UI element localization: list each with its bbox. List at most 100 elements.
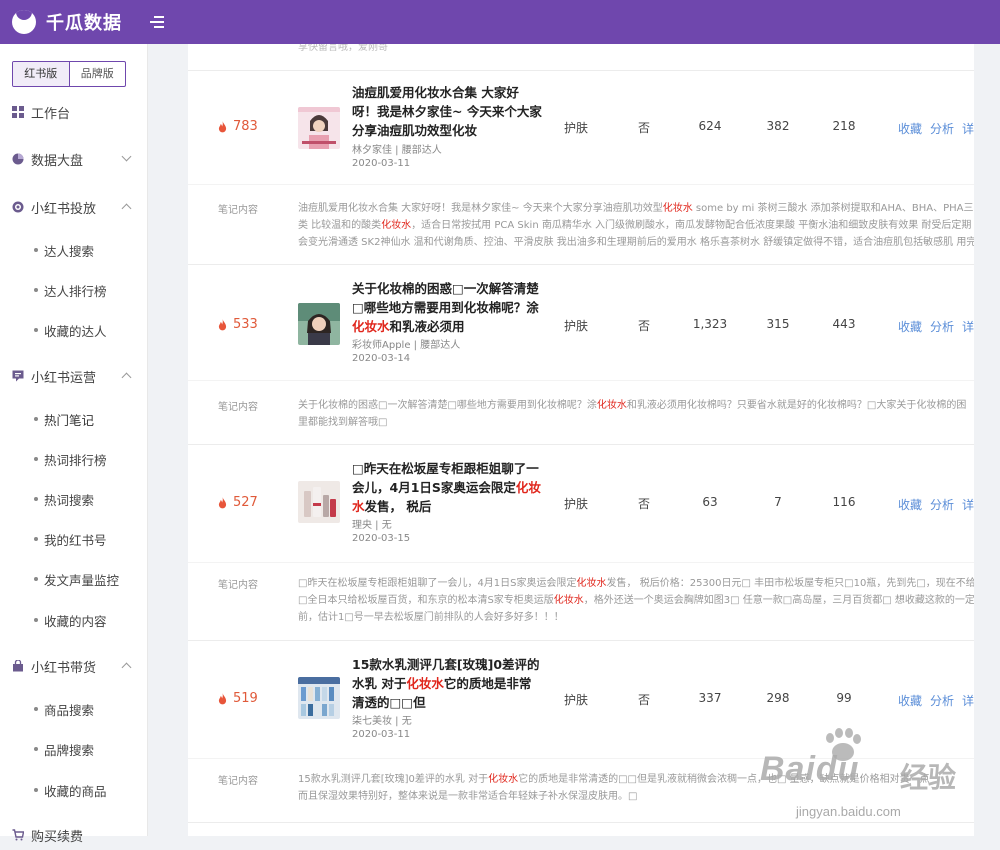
analyze-button[interactable]: 分析: [930, 318, 954, 335]
sidebar-item-hot-notes[interactable]: 热门笔记: [34, 408, 94, 430]
analyze-button[interactable]: 分析: [930, 120, 954, 137]
app-logo[interactable]: 千瓜数据: [12, 9, 122, 35]
sidebar-item-label: 我的红书号: [44, 532, 107, 548]
detail-button[interactable]: 详: [962, 692, 974, 709]
sidebar-item-hot-words-search[interactable]: 热词搜索: [34, 488, 94, 510]
sidebar-item-data-overview[interactable]: 数据大盘: [0, 144, 148, 174]
grid-icon: [12, 106, 24, 118]
favorite-button[interactable]: 收藏: [898, 496, 922, 513]
note-content-line: 会变光滑通透 SK2神仙水 温和代谢角质、控油、平滑皮肤 我出油多和生理期前后的…: [298, 237, 974, 248]
note-date: 2020-03-15: [352, 533, 411, 544]
note-comments: 382: [766, 119, 790, 133]
version-switch: 红书版 品牌版: [12, 61, 126, 87]
sidebar-item-label: 发文声量监控: [44, 572, 120, 588]
sidebar-item-renewal[interactable]: 购买续费: [0, 820, 148, 850]
favorite-button[interactable]: 收藏: [898, 318, 922, 335]
note-collects: 99: [836, 691, 852, 705]
sidebar-item-my-account[interactable]: 我的红书号: [34, 528, 107, 550]
note-comments: 7: [774, 495, 782, 509]
note-content-line: 油痘肌爱用化妆水合集 大家好呀！我是林夕家佳~ 今天来个大家分享油痘肌功效型化妆…: [298, 203, 974, 214]
note-title[interactable]: 关于化妆棉的困惑□一次解答清楚□哪些地方需要用到化妆棉呢？涂化妆水和乳液必须用: [352, 279, 542, 336]
table-row[interactable]: 533 关于化妆棉的困惑□一次解答清楚□哪些地方需要用到化妆棉呢？涂化妆水和乳液…: [188, 264, 974, 380]
note-author[interactable]: 柒七美妆 | 无: [352, 712, 412, 727]
sidebar-group-label: 工作台: [31, 106, 71, 122]
note-content-label: 笔记内容: [218, 580, 258, 591]
sidebar-group-label: 小红书投放: [31, 201, 97, 217]
note-category: 护肤: [563, 319, 588, 333]
sidebar-item-xhs-ops[interactable]: 小红书运营: [0, 361, 148, 391]
note-collects: 443: [832, 317, 856, 331]
detail-button[interactable]: 详: [962, 318, 974, 335]
note-content-line: □全日本只给松坂屋百货，和东京的松本清S家专柜奥运版化妆水，格外还送一个奥运会胸…: [298, 595, 974, 606]
sidebar-item-fav-content[interactable]: 收藏的内容: [34, 609, 107, 631]
note-title[interactable]: □昨天在松坂屋专柜跟柜姐聊了一会儿，4月1日S家奥运会限定化妆水发售， 税后: [352, 459, 542, 516]
analyze-button[interactable]: 分析: [930, 496, 954, 513]
note-likes: 1,323: [692, 317, 728, 331]
note-content-line: 关于化妆棉的困惑□一次解答清楚□哪些地方需要用到化妆棉呢？涂化妆水和乳液必须用化…: [298, 400, 967, 411]
sidebar-item-fav-influencers[interactable]: 收藏的达人: [34, 319, 107, 341]
table-row[interactable]: 527 □昨天在松坂屋专柜跟柜姐聊了一会儿，4月1日S家奥运会限定化妆水发售， …: [188, 444, 974, 562]
favorite-button[interactable]: 收藏: [898, 120, 922, 137]
sidebar-item-brand-search[interactable]: 品牌搜索: [34, 738, 94, 760]
note-content-label: 笔记内容: [218, 205, 258, 216]
bullet-icon: [34, 618, 38, 622]
menu-toggle-icon[interactable]: [148, 15, 164, 29]
note-thumbnail[interactable]: [298, 677, 340, 719]
note-comments: 298: [766, 691, 790, 705]
hot-value: 527: [233, 495, 258, 510]
bullet-icon: [34, 248, 38, 252]
flame-icon: [218, 692, 227, 704]
sidebar-group-label: 购买续费: [31, 829, 84, 845]
sidebar-item-label: 热词搜索: [44, 492, 95, 508]
note-flag: 否: [637, 497, 650, 511]
sidebar-item-label: 商品搜索: [44, 702, 95, 718]
note-thumbnail[interactable]: [298, 481, 340, 523]
favorite-button[interactable]: 收藏: [898, 692, 922, 709]
analyze-button[interactable]: 分析: [930, 692, 954, 709]
note-author[interactable]: 彩妆师Apple | 腰部达人: [352, 336, 460, 351]
target-icon: [12, 201, 24, 213]
sidebar-item-label: 收藏的内容: [44, 613, 107, 629]
sidebar-item-label: 热门笔记: [44, 412, 95, 428]
note-author[interactable]: 理央 | 无: [352, 516, 392, 531]
sidebar-item-workbench[interactable]: 工作台: [0, 97, 148, 127]
sidebar-item-xhs-ads[interactable]: 小红书投放: [0, 192, 148, 222]
sidebar-item-influencer-search[interactable]: 达人搜索: [34, 239, 94, 261]
sidebar-item-label: 热词排行榜: [44, 452, 107, 468]
bullet-icon: [34, 747, 38, 751]
note-thumbnail[interactable]: [298, 303, 340, 345]
detail-button[interactable]: 详: [962, 496, 974, 513]
version-tab-brand[interactable]: 品牌版: [70, 62, 126, 86]
sidebar-item-xhs-commerce[interactable]: 小红书带货: [0, 651, 148, 681]
sidebar-item-product-search[interactable]: 商品搜索: [34, 698, 94, 720]
note-comments: 315: [766, 317, 790, 331]
version-tab-red[interactable]: 红书版: [13, 62, 70, 86]
sidebar-item-label: 收藏的商品: [44, 783, 107, 799]
note-author[interactable]: 林夕家佳 | 腰部达人: [352, 141, 442, 156]
note-title[interactable]: 油痘肌爱用化妆水合集 大家好呀！我是林夕家佳~ 今天来个大家分享油痘肌功效型化妆: [352, 83, 542, 140]
sidebar-item-fav-products[interactable]: 收藏的商品: [34, 779, 107, 801]
note-content-line: 前，估计1□号一早去松坂屋门前排队的人会好多好多！！！: [298, 612, 564, 623]
note-category: 护肤: [563, 497, 588, 511]
note-content-label: 笔记内容: [218, 776, 258, 787]
sidebar-group-label: 小红书带货: [31, 660, 97, 676]
note-category: 护肤: [563, 693, 588, 707]
sidebar-item-influencer-rank[interactable]: 达人排行榜: [34, 279, 107, 301]
note-date: 2020-03-14: [352, 353, 411, 364]
sidebar-item-label: 收藏的达人: [44, 323, 107, 339]
sidebar: 红书版 品牌版 工作台 数据大盘 小红书投放 达人搜索 达人排行榜 收藏的达人 …: [0, 44, 148, 845]
bullet-icon: [34, 457, 38, 461]
note-date: 2020-03-11: [352, 729, 411, 740]
note-title[interactable]: 15款水乳测评几套[玫瑰]0差评的水乳 对于化妆水它的质地是非常清透的□□但: [352, 655, 542, 712]
bullet-icon: [34, 417, 38, 421]
note-content-label: 笔记内容: [218, 402, 258, 413]
note-thumbnail[interactable]: [298, 107, 340, 149]
hot-value: 783: [233, 119, 258, 134]
sidebar-item-volume-monitor[interactable]: 发文声量监控: [34, 568, 119, 590]
detail-button[interactable]: 详: [962, 120, 974, 137]
note-likes: 624: [698, 119, 722, 133]
sidebar-item-hot-words-rank[interactable]: 热词排行榜: [34, 448, 107, 470]
sidebar-item-label: 达人排行榜: [44, 283, 107, 299]
logo-icon: [12, 10, 36, 34]
table-row[interactable]: 783 油痘肌爱用化妆水合集 大家好呀！我是林夕家佳~ 今天来个大家分享油痘肌功…: [188, 70, 974, 184]
